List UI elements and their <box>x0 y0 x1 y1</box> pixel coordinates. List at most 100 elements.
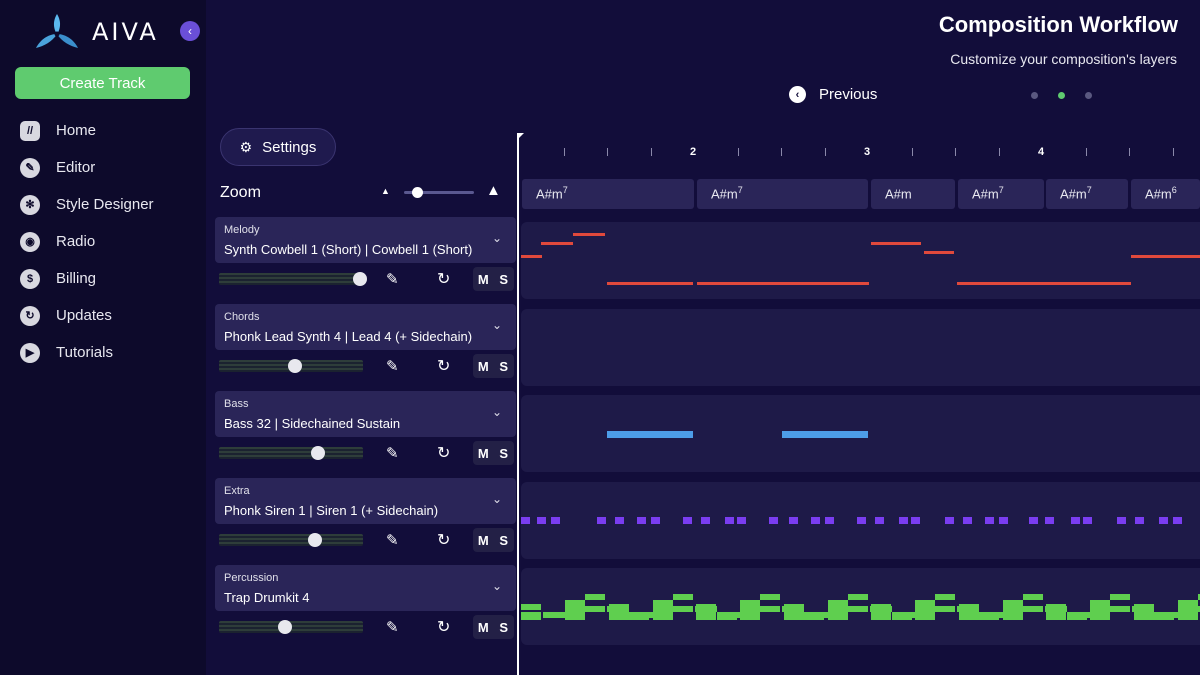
lane-chords[interactable] <box>521 309 1200 440</box>
midi-note[interactable] <box>760 594 780 600</box>
solo-button[interactable]: S <box>494 267 515 291</box>
midi-note[interactable] <box>1173 517 1182 524</box>
playhead[interactable] <box>517 133 519 675</box>
sidebar-item-updates[interactable]: ↻ Updates <box>20 297 154 334</box>
midi-note[interactable] <box>1155 612 1178 618</box>
midi-note[interactable] <box>958 604 979 610</box>
midi-note[interactable] <box>783 612 804 620</box>
midi-note[interactable] <box>537 517 546 524</box>
midi-note[interactable] <box>945 517 954 524</box>
midi-note[interactable] <box>1046 612 1066 620</box>
midi-note[interactable] <box>811 517 820 524</box>
midi-note[interactable] <box>683 517 692 524</box>
midi-note[interactable] <box>915 600 935 620</box>
zoom-slider-thumb[interactable] <box>412 187 423 198</box>
step-dot[interactable] <box>1031 92 1038 99</box>
zoom-out-icon[interactable]: ▲ <box>381 186 390 196</box>
sidebar-item-tutorials[interactable]: ▶ Tutorials <box>20 334 154 371</box>
lane-melody[interactable] <box>521 222 1200 299</box>
midi-note[interactable] <box>825 517 834 524</box>
sidebar-item-editor[interactable]: ✎ Editor <box>20 149 154 186</box>
midi-note[interactable] <box>541 242 573 245</box>
chevron-down-icon[interactable]: ⌄ <box>492 318 502 332</box>
pencil-icon[interactable]: ✎ <box>386 531 399 549</box>
sidebar-item-home[interactable]: // Home <box>20 112 154 149</box>
chevron-down-icon[interactable]: ⌄ <box>492 492 502 506</box>
midi-note[interactable] <box>597 517 606 524</box>
midi-note[interactable] <box>607 431 693 438</box>
pencil-icon[interactable]: ✎ <box>386 357 399 375</box>
sidebar-item-billing[interactable]: $ Billing <box>20 260 154 297</box>
track-header[interactable]: Bass Bass 32 | Sidechained Sustain ⌄ <box>215 391 516 437</box>
volume-slider-thumb[interactable] <box>353 272 367 286</box>
chord-block[interactable]: A#m7 <box>697 179 868 209</box>
volume-slider[interactable] <box>219 273 363 285</box>
midi-note[interactable] <box>1002 600 1023 620</box>
chevron-down-icon[interactable]: ⌄ <box>492 405 502 419</box>
track-header[interactable]: Melody Synth Cowbell 1 (Short) | Cowbell … <box>215 217 516 263</box>
midi-note[interactable] <box>521 255 542 258</box>
create-track-button[interactable]: Create Track <box>15 67 190 99</box>
midi-note[interactable] <box>875 517 884 524</box>
lane-percussion[interactable] <box>521 568 1200 645</box>
track-header[interactable]: Extra Phonk Siren 1 | Siren 1 (+ Sidechai… <box>215 478 516 524</box>
regenerate-icon[interactable]: ↻ <box>437 356 450 376</box>
midi-note[interactable] <box>1083 517 1092 524</box>
midi-note[interactable] <box>615 517 624 524</box>
midi-note[interactable] <box>1046 604 1066 610</box>
midi-note[interactable] <box>1159 517 1168 524</box>
midi-note[interactable] <box>551 517 560 524</box>
midi-note[interactable] <box>1029 517 1038 524</box>
midi-note[interactable] <box>521 612 541 620</box>
track-header[interactable]: Percussion Trap Drumkit 4 ⌄ <box>215 565 516 611</box>
sidebar-item-style-designer[interactable]: ✻ Style Designer <box>20 186 154 223</box>
pencil-icon[interactable]: ✎ <box>386 618 399 636</box>
chord-block[interactable]: A#m7 <box>522 179 694 209</box>
midi-note[interactable] <box>783 604 804 610</box>
step-dot-active[interactable] <box>1058 92 1065 99</box>
pencil-icon[interactable]: ✎ <box>386 270 399 288</box>
chord-block[interactable]: A#m7 <box>1046 179 1128 209</box>
regenerate-icon[interactable]: ↻ <box>437 530 450 550</box>
brand[interactable]: AIVA <box>34 12 159 52</box>
midi-note[interactable] <box>1133 612 1154 620</box>
midi-note[interactable] <box>1022 594 1043 600</box>
midi-note[interactable] <box>1133 604 1154 610</box>
chevron-down-icon[interactable]: ⌄ <box>492 579 502 593</box>
midi-note[interactable] <box>1043 282 1131 285</box>
midi-note[interactable] <box>769 517 778 524</box>
midi-note[interactable] <box>585 594 605 600</box>
solo-button[interactable]: S <box>494 441 515 465</box>
midi-note[interactable] <box>760 606 780 612</box>
chord-block[interactable]: A#m7 <box>958 179 1044 209</box>
midi-note[interactable] <box>543 612 565 618</box>
midi-note[interactable] <box>857 517 866 524</box>
midi-note[interactable] <box>737 517 746 524</box>
midi-note[interactable] <box>697 282 869 285</box>
midi-note[interactable] <box>1022 606 1043 612</box>
midi-note[interactable] <box>1131 255 1200 258</box>
mute-button[interactable]: M <box>473 615 494 639</box>
regenerate-icon[interactable]: ↻ <box>437 443 450 463</box>
midi-note[interactable] <box>637 517 646 524</box>
midi-note[interactable] <box>789 517 798 524</box>
midi-note[interactable] <box>924 251 954 254</box>
previous-button[interactable]: ‹ Previous <box>789 86 877 103</box>
sidebar-item-radio[interactable]: ◉ Radio <box>20 223 154 260</box>
midi-note[interactable] <box>740 600 760 620</box>
mute-button[interactable]: M <box>473 267 494 291</box>
regenerate-icon[interactable]: ↻ <box>437 617 450 637</box>
midi-note[interactable] <box>672 594 693 600</box>
midi-note[interactable] <box>999 517 1008 524</box>
midi-note[interactable] <box>847 606 868 612</box>
chord-block[interactable]: A#m6 <box>1131 179 1200 209</box>
midi-note[interactable] <box>1177 600 1198 620</box>
pencil-icon[interactable]: ✎ <box>386 444 399 462</box>
midi-note[interactable] <box>871 612 891 620</box>
step-dot[interactable] <box>1085 92 1092 99</box>
midi-note[interactable] <box>805 612 828 618</box>
volume-slider-thumb[interactable] <box>288 359 302 373</box>
midi-note[interactable] <box>782 431 868 438</box>
volume-slider-thumb[interactable] <box>278 620 292 634</box>
midi-note[interactable] <box>957 282 1043 285</box>
